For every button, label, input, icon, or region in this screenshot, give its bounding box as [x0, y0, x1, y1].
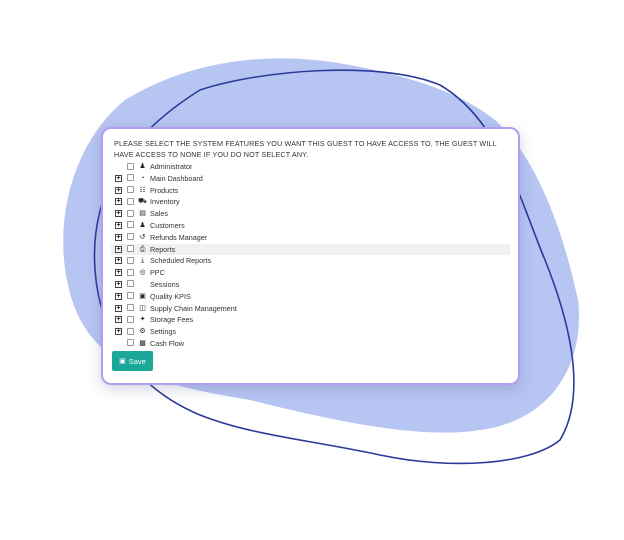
users-icon: ♟ — [139, 221, 146, 229]
feature-label: Sales — [150, 209, 168, 219]
money-icon: ▤ — [139, 210, 146, 218]
feature-row-administrator: ♟ Administrator — [103, 161, 518, 173]
expand-icon[interactable]: + — [115, 269, 122, 277]
feature-label: Reports — [150, 244, 176, 254]
feature-label: Customers — [150, 220, 185, 230]
expand-icon[interactable]: + — [115, 280, 122, 288]
checkbox-sales[interactable] — [127, 209, 134, 217]
cash-icon: ▩ — [139, 339, 146, 347]
feature-label: Main Dashboard — [150, 173, 203, 183]
floppy-disk-icon: ▣ — [119, 357, 126, 365]
feature-row-products: + ☷ Products — [103, 185, 518, 197]
feature-label: Settings — [150, 327, 176, 337]
instructions-text: PLEASE SELECT THE SYSTEM FEATURES YOU WA… — [114, 139, 497, 159]
print-icon: ⎙ — [139, 245, 146, 253]
expand-icon[interactable]: + — [115, 233, 122, 241]
expand-icon[interactable]: + — [115, 210, 122, 218]
checkbox-refunds-manager[interactable] — [127, 233, 134, 241]
expand-icon[interactable]: + — [115, 292, 122, 300]
save-button[interactable]: ▣ Save — [112, 351, 153, 371]
feature-row-scheduled-reports: + ⤓ Scheduled Reports — [103, 255, 518, 267]
feature-row-reports: + ⎙ Reports — [111, 243, 510, 256]
feature-row-sales: + ▤ Sales — [103, 208, 518, 220]
checkbox-sessions[interactable] — [127, 280, 134, 288]
feature-label: Products — [150, 185, 179, 195]
feature-tree: ♟ Administrator + ◔ Main Dashboard + ☷ P… — [103, 161, 518, 350]
feature-row-settings: + ⚙ Settings — [103, 326, 518, 338]
expand-icon[interactable]: + — [115, 328, 122, 336]
expand-icon[interactable]: + — [115, 198, 122, 206]
barcode-icon: ☷ — [139, 186, 146, 194]
guest-access-panel: PLEASE SELECT THE SYSTEM FEATURES YOU WA… — [101, 127, 520, 385]
target-icon: ◎ — [139, 269, 146, 277]
checkbox-ppc[interactable] — [127, 268, 134, 276]
checkbox-storage-fees[interactable] — [127, 315, 134, 323]
checkbox-reports[interactable] — [127, 245, 134, 253]
checkbox-customers[interactable] — [127, 221, 134, 229]
dashboard-gauge-icon: ◔ — [140, 174, 145, 182]
feature-row-sessions: + Sessions — [103, 279, 518, 291]
download-icon: ⤓ — [140, 257, 145, 265]
feature-label: Supply Chain Management — [150, 303, 237, 313]
feature-row-main-dashboard: + ◔ Main Dashboard — [103, 173, 518, 185]
checkbox-scheduled-reports[interactable] — [127, 256, 134, 264]
checkbox-products[interactable] — [127, 186, 134, 194]
user-icon: ♟ — [139, 163, 146, 170]
feature-label: Quality KPIS — [150, 291, 191, 301]
checkbox-administrator[interactable] — [127, 162, 134, 170]
feature-label: PPC — [150, 268, 165, 278]
feature-label: Storage Fees — [150, 315, 194, 325]
feature-row-cash-flow: ▩ Cash Flow — [103, 338, 518, 350]
tag-icon: ✦ — [139, 316, 146, 324]
feature-row-storage-fees: + ✦ Storage Fees — [103, 314, 518, 326]
briefcase-icon: ▣ — [139, 292, 146, 300]
checkbox-settings[interactable] — [127, 327, 134, 335]
feature-row-quality-kpis: + ▣ Quality KPIS — [103, 291, 518, 303]
feature-row-refunds-manager: + ↺ Refunds Manager — [103, 232, 518, 244]
feature-row-inventory: + ⛟ Inventory — [103, 196, 518, 208]
feature-label: Administrator — [150, 162, 193, 171]
expand-icon[interactable]: + — [115, 304, 122, 312]
dolly-icon: ◫ — [139, 304, 146, 312]
checkbox-cash-flow[interactable] — [127, 339, 134, 347]
checkbox-quality-kpis[interactable] — [127, 292, 134, 300]
expand-icon[interactable]: + — [115, 257, 122, 265]
feature-row-ppc: + ◎ PPC — [103, 267, 518, 279]
feature-row-customers: + ♟ Customers — [103, 220, 518, 232]
undo-icon: ↺ — [139, 233, 146, 241]
checkbox-main-dashboard[interactable] — [127, 174, 134, 182]
expand-icon[interactable]: + — [115, 174, 122, 182]
truck-icon: ⛟ — [138, 198, 147, 206]
feature-label: Refunds Manager — [150, 232, 208, 242]
expand-icon[interactable]: + — [115, 245, 122, 253]
feature-label: Scheduled Reports — [150, 256, 212, 266]
feature-label: Cash Flow — [150, 338, 184, 348]
checkbox-supply-chain-management[interactable] — [127, 304, 134, 312]
checkbox-inventory[interactable] — [127, 197, 134, 205]
feature-label: Inventory — [150, 197, 180, 207]
gear-icon: ⚙ — [139, 328, 146, 336]
save-label: Save — [128, 356, 146, 366]
feature-label: Sessions — [150, 279, 180, 289]
expand-icon[interactable]: + — [115, 221, 122, 229]
feature-row-supply-chain-management: + ◫ Supply Chain Management — [103, 303, 518, 315]
expand-icon[interactable]: + — [115, 186, 122, 194]
expand-icon[interactable]: + — [115, 316, 122, 324]
